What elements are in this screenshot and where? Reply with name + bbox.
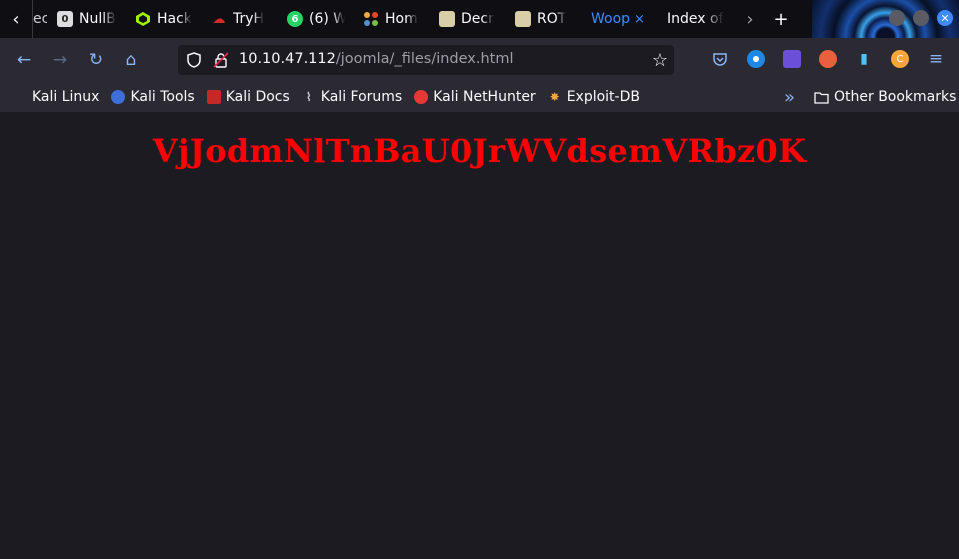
url-host: 10.10.47.112: [239, 51, 336, 67]
shield-icon[interactable]: [186, 52, 202, 72]
tab-decrypt[interactable]: Decr: [429, 0, 505, 38]
navigation-toolbar: ← → ↻ ⌂ 10.10.47.112/joomla/_files/index…: [0, 38, 959, 95]
bookmark-star-icon[interactable]: ☆: [652, 50, 668, 71]
tab-tryhackme[interactable]: ☁ TryH: [201, 0, 277, 38]
home-button[interactable]: ⌂: [119, 48, 143, 72]
page-heading: VjJodmNlTnBaU0JrWVdsemVRbz0K: [152, 132, 807, 170]
whatsapp-icon: 6: [287, 11, 303, 27]
bookmark-kali-linux[interactable]: Kali Linux: [32, 89, 99, 105]
tab-title: Woop: [591, 11, 631, 27]
extension-fox-icon[interactable]: [819, 50, 837, 68]
bookmark-label: Kali Tools: [130, 89, 195, 105]
window-close-button[interactable]: ✕: [937, 10, 953, 26]
tab-partial[interactable]: ec: [33, 11, 47, 27]
tab-close-button[interactable]: ×: [634, 12, 645, 27]
tab-title: Index of: [667, 11, 724, 27]
nullbyte-icon: 0: [57, 11, 73, 27]
tab-title: Decr: [461, 11, 494, 27]
tab-title: (6) W: [309, 11, 345, 27]
kali-tools-icon: [111, 90, 126, 104]
window-minimize-button[interactable]: [889, 10, 905, 26]
tab-title: Hack: [157, 11, 192, 27]
bookmark-label: Kali Linux: [32, 89, 100, 105]
tab-scroll-left-button[interactable]: ‹: [0, 0, 33, 38]
extension-cube-icon[interactable]: [783, 50, 801, 68]
other-bookmarks-label: Other Bookmarks: [834, 89, 957, 105]
forward-button[interactable]: →: [48, 48, 72, 72]
new-tab-button[interactable]: +: [763, 0, 799, 38]
tryhackme-icon: ☁: [212, 11, 226, 27]
tab-woop-active[interactable]: Woop ×: [581, 0, 657, 38]
bookmark-kali-docs[interactable]: Kali Docs: [206, 89, 290, 105]
other-bookmarks-folder[interactable]: Other Bookmarks: [814, 89, 956, 105]
tab-title: Hom: [385, 11, 418, 27]
bookmark-label: Kali Forums: [320, 89, 403, 105]
folder-icon: [814, 91, 829, 104]
tab-title: TryH: [233, 11, 265, 27]
kali-docs-icon: [206, 90, 221, 104]
extension-target-icon[interactable]: [747, 50, 765, 68]
insecure-lock-icon[interactable]: [213, 52, 229, 72]
page-content: VjJodmNlTnBaU0JrWVdsemVRbz0K: [0, 112, 959, 559]
address-bar[interactable]: 10.10.47.112/joomla/_files/index.html ☆: [178, 45, 674, 75]
kali-forums-icon: ⌇: [305, 90, 312, 104]
pocket-icon[interactable]: [711, 50, 729, 68]
window-maximize-button[interactable]: [913, 10, 929, 26]
tab-whatsapp[interactable]: 6 (6) W: [277, 0, 353, 38]
reload-button[interactable]: ↻: [84, 48, 108, 72]
tab-scroll-right-button[interactable]: ›: [737, 0, 763, 38]
bookmark-label: Kali NetHunter: [433, 89, 536, 105]
tab-hackthebox[interactable]: Hack: [125, 0, 201, 38]
bookmark-label: Kali Docs: [225, 89, 290, 105]
bookmark-kali-tools[interactable]: Kali Tools: [111, 89, 195, 105]
tab-title: ROT: [537, 11, 567, 27]
bookmark-kali-nethunter[interactable]: Kali NetHunter: [414, 89, 536, 105]
extension-cookie-icon[interactable]: C: [891, 50, 909, 68]
tab-title: NullB: [79, 11, 116, 27]
hackthebox-icon: [135, 11, 151, 27]
bookmark-kali-forums[interactable]: ⌇ Kali Forums: [302, 89, 402, 105]
url-path: /joomla/_files/index.html: [335, 51, 514, 67]
bookmarks-overflow-button[interactable]: »: [784, 87, 795, 108]
url-text[interactable]: 10.10.47.112/joomla/_files/index.html: [239, 51, 514, 67]
tab-nullbyte[interactable]: 0 NullB: [47, 0, 125, 38]
scroll-icon: [439, 11, 455, 27]
tab-index-of[interactable]: Index of: [657, 0, 737, 38]
tab-joomla[interactable]: Hom: [353, 0, 429, 38]
bookmark-exploit-db[interactable]: ✸ Exploit-DB: [548, 89, 640, 105]
app-menu-button[interactable]: ≡: [927, 49, 945, 69]
tab-rot[interactable]: ROT: [505, 0, 581, 38]
joomla-icon: [363, 11, 379, 27]
exploitdb-icon: ✸: [549, 90, 560, 104]
nethunter-icon: [414, 90, 429, 104]
bookmark-label: Exploit-DB: [566, 89, 640, 105]
extension-bottle-icon[interactable]: ▮: [855, 50, 873, 68]
back-button[interactable]: ←: [12, 48, 36, 72]
scroll-icon: [515, 11, 531, 27]
bookmarks-toolbar: Kali Linux Kali Tools Kali Docs ⌇ Kali F…: [0, 82, 959, 112]
